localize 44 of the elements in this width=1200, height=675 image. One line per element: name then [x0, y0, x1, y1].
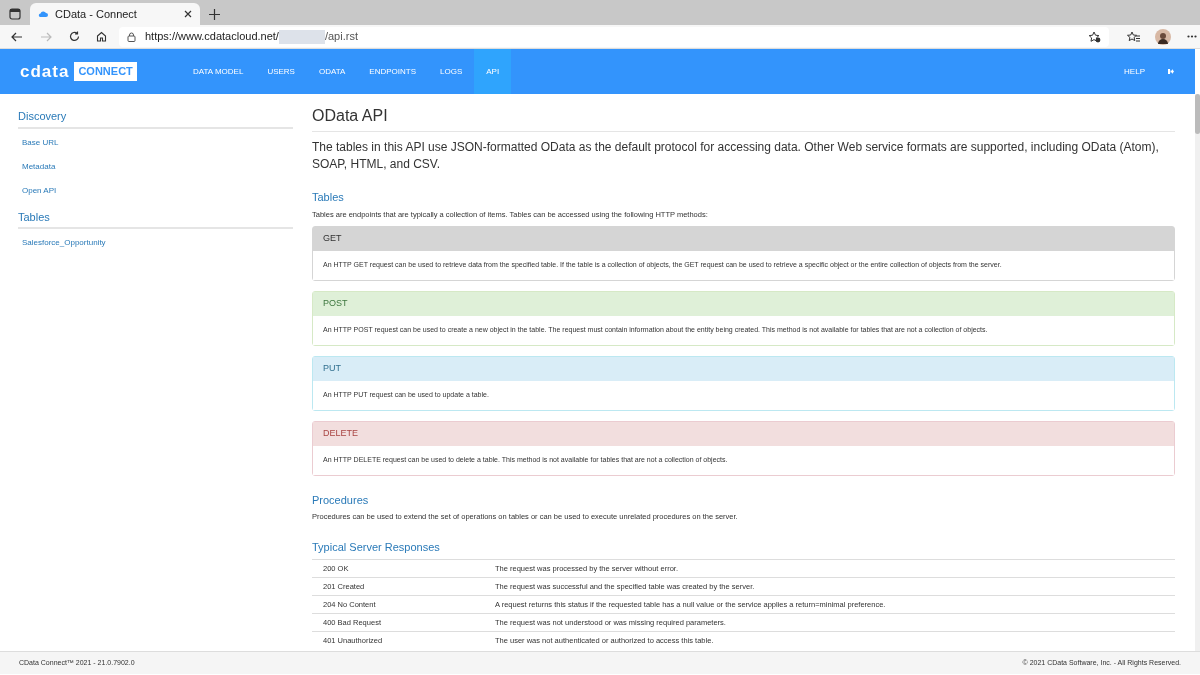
more-icon[interactable]	[1187, 35, 1197, 38]
sidebar-link[interactable]: Metadata	[18, 160, 293, 173]
url-text: /api.rst	[324, 29, 358, 45]
favorites-icon[interactable]	[1127, 30, 1140, 43]
method-header: DELETE	[313, 421, 1174, 446]
close-icon[interactable]	[184, 10, 192, 18]
section-heading: Tables	[312, 190, 345, 205]
avatar-icon[interactable]	[1155, 28, 1171, 45]
method-header: PUT	[313, 356, 1174, 381]
url-text: https://www.cdatacloud.net/	[145, 29, 279, 45]
nav-tab[interactable]: DATA MODEL	[181, 49, 256, 94]
home-icon[interactable]	[96, 31, 107, 42]
logout-icon[interactable]	[1168, 69, 1174, 74]
nav-tab[interactable]: LOGS	[428, 49, 475, 94]
scrollbar[interactable]	[1195, 94, 1200, 651]
back-icon[interactable]	[11, 31, 23, 42]
intro-text: The tables in this API use JSON-formatted OData as the default protocol for accessing data. Other Web service formats are supported, including OData (Atom), SOAP, HTML, and CSV.	[312, 139, 1160, 173]
browser-tab[interactable]: CData - Connect	[30, 3, 200, 25]
tab-title: CData - Connect	[55, 6, 138, 22]
reload-icon[interactable]	[69, 31, 80, 42]
new-tab-icon[interactable]	[209, 9, 220, 20]
sidebar-link[interactable]: Base URL	[18, 136, 293, 149]
sidebar-heading: Tables	[18, 208, 293, 229]
method-header: GET	[313, 226, 1174, 251]
section-heading: Procedures	[312, 492, 370, 508]
nav-tab[interactable]: API	[474, 49, 512, 94]
logo-badge[interactable]: CONNECT	[74, 62, 137, 81]
nav-tab[interactable]: USERS	[255, 49, 307, 94]
sidebar-link[interactable]: Salesforce_Opportunity	[18, 237, 293, 249]
cloud-icon	[38, 10, 48, 18]
page-title: OData API	[312, 104, 1175, 132]
nav-tab[interactable]: ODATA	[306, 49, 358, 94]
add-favorite-icon[interactable]	[1088, 30, 1101, 43]
help-link[interactable]: HELP	[1124, 65, 1145, 78]
sidebar-heading: Discovery	[18, 108, 293, 129]
nav-tab[interactable]: ENDPOINTS	[357, 49, 428, 94]
logo-text[interactable]: cdata	[20, 58, 70, 85]
lock-icon	[127, 31, 136, 42]
tab-actions-icon[interactable]	[9, 8, 21, 20]
sidebar-link[interactable]: Open API	[18, 184, 293, 197]
blurred-text	[278, 29, 325, 44]
section-heading: Typical Server Responses	[312, 539, 441, 555]
method-header: POST	[313, 291, 1174, 316]
address-bar[interactable]: https://www.cdatacloud.net/ /api.rst	[119, 26, 1109, 47]
